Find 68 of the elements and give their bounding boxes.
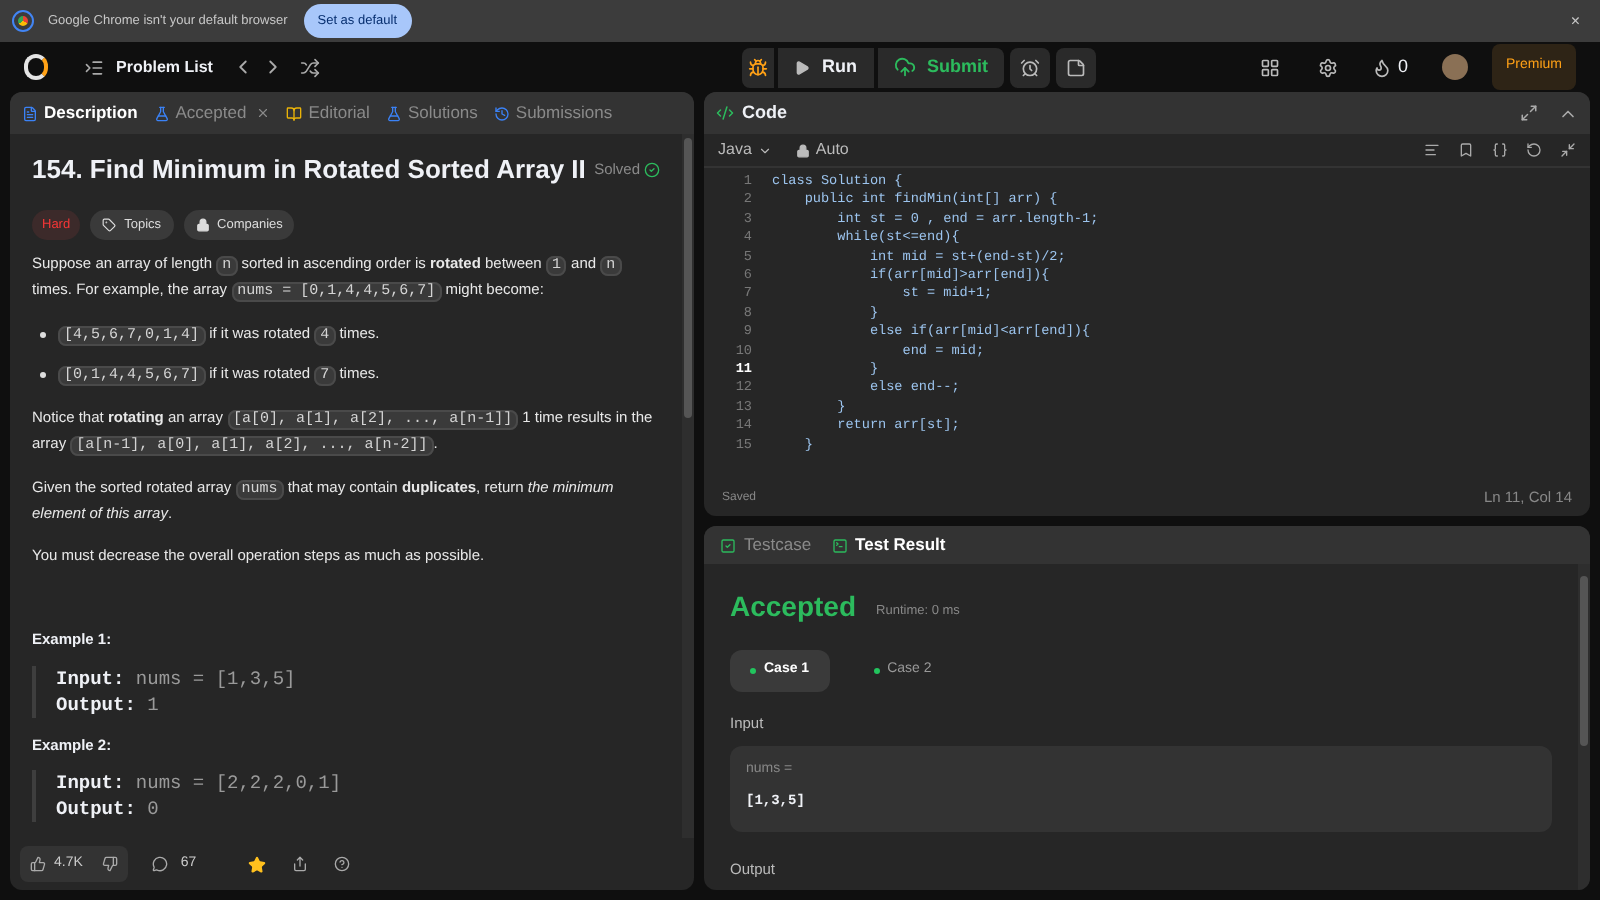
browser-logo-icon: [14, 12, 32, 30]
flame-icon[interactable]: [1371, 57, 1392, 77]
list-icon[interactable]: [84, 57, 104, 77]
tab-icon: [153, 105, 170, 121]
terminal-icon: [831, 537, 848, 553]
avatar[interactable]: [1441, 54, 1468, 80]
example-output-text: 0: [147, 797, 159, 820]
streak-count: 0: [1397, 53, 1408, 80]
code-tab[interactable]: Code: [742, 99, 787, 127]
output-label: Output:: [56, 693, 136, 715]
problem-list-link[interactable]: Problem List: [116, 55, 213, 79]
close-icon[interactable]: [256, 106, 271, 120]
check-icon: [644, 161, 660, 178]
shuffle-icon[interactable]: [300, 57, 321, 77]
maximize-icon[interactable]: [1520, 104, 1538, 122]
example-input-text: nums = [1,3,5]: [135, 667, 296, 689]
verdict: Accepted: [730, 588, 857, 626]
dislike-icon[interactable]: [102, 856, 119, 872]
code-icon: [716, 104, 734, 122]
input-label: Input:: [56, 667, 125, 689]
grid-icon[interactable]: [1259, 57, 1280, 77]
bullet-icon: [40, 372, 46, 379]
braces-icon[interactable]: [1492, 142, 1508, 158]
language-select[interactable]: Java: [718, 138, 772, 162]
input-label: Input:: [56, 771, 125, 794]
mode-label: Auto: [815, 138, 849, 162]
tag-icon: [102, 217, 117, 232]
note-icon[interactable]: [1056, 47, 1096, 87]
run-button[interactable]: Run: [778, 47, 873, 87]
panel-tab[interactable]: Editorial: [286, 100, 370, 126]
tab-icon: [22, 105, 38, 121]
close-button[interactable]: ×: [1570, 9, 1580, 33]
tab-icon: [286, 105, 303, 121]
bookmark-icon[interactable]: [1458, 142, 1474, 158]
lock-icon: [795, 143, 810, 157]
problem-title: 154. Find Minimum in Rotated Sorted Array II: [32, 152, 586, 188]
output-label: Output:: [56, 797, 136, 820]
like-icon[interactable]: [30, 856, 46, 872]
example-input-text: nums = [2,2,2,0,1]: [135, 771, 342, 794]
panel-tab[interactable]: Solutions: [385, 100, 478, 126]
panel-tab[interactable]: Description: [22, 100, 138, 126]
panel-tab[interactable]: Testcase: [720, 532, 812, 558]
format-icon[interactable]: [1424, 142, 1440, 158]
lock-icon: [195, 217, 210, 232]
example-output-text: 1: [147, 693, 159, 715]
timer-icon[interactable]: [1010, 47, 1050, 87]
settings-icon[interactable]: [1317, 57, 1338, 77]
help-icon[interactable]: [334, 856, 351, 872]
debug-icon[interactable]: [742, 47, 774, 87]
caret-icon: [757, 143, 772, 157]
checkbox-icon: [720, 537, 736, 553]
panel-tab[interactable]: Submissions: [493, 100, 613, 126]
bullet-icon: [40, 332, 46, 339]
site-logo-icon[interactable]: [24, 54, 48, 80]
upload-icon: [893, 56, 915, 78]
tab-icon: [493, 105, 510, 121]
star-icon[interactable]: [248, 855, 267, 873]
submit-button[interactable]: Submit: [877, 47, 1004, 87]
panel-tab[interactable]: Accepted: [153, 100, 271, 126]
reset-icon[interactable]: [1526, 142, 1542, 158]
panel-tab[interactable]: Test Result: [831, 532, 946, 558]
comment-icon[interactable]: [152, 856, 169, 872]
minimize-icon[interactable]: [1560, 142, 1576, 158]
scrollbar[interactable]: [1578, 564, 1590, 890]
tab-icon: [385, 105, 402, 121]
scrollbar[interactable]: [682, 134, 694, 838]
play-icon: [794, 59, 810, 75]
share-icon[interactable]: [292, 856, 309, 872]
